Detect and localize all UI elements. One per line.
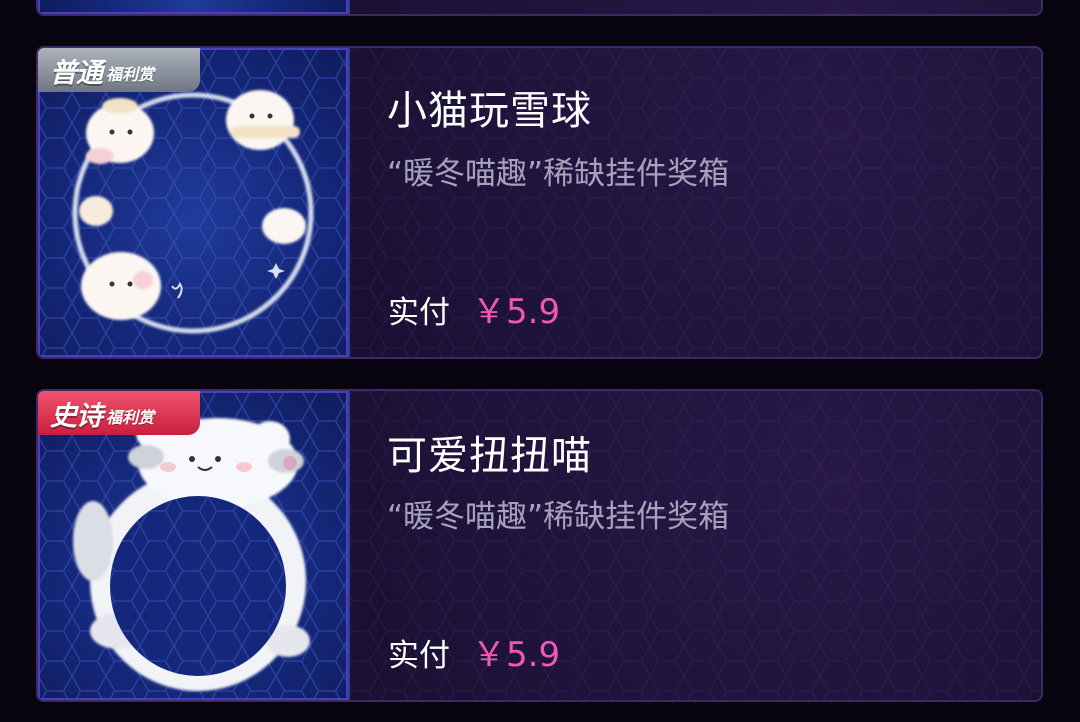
item-thumbnail[interactable]: 史诗 福利赏	[38, 391, 350, 700]
rarity-badge-epic: 史诗 福利赏	[38, 391, 200, 435]
price-label: 实付	[388, 295, 450, 331]
item-title: 可爱扭扭喵	[387, 433, 592, 479]
price-row: 实付 ￥5.9	[388, 627, 560, 676]
item-subtitle: “暖冬喵趣”稀缺挂件奖箱	[387, 499, 730, 535]
reward-item-card[interactable]: 史诗 福利赏 可爱扭扭喵 “暖冬喵趣”稀缺挂件奖箱 实付 ￥5.9	[36, 389, 1043, 702]
item-subtitle: “暖冬喵趣”稀缺挂件奖箱	[387, 156, 730, 192]
price-value: ￥5.9	[472, 292, 561, 332]
item-title: 小猫玩雪球	[387, 88, 592, 134]
previous-item-card[interactable]	[36, 0, 1043, 16]
price-value: ￥5.9	[472, 635, 561, 675]
price-row: 实付 ￥5.9	[388, 284, 560, 333]
price-label: 实付	[388, 638, 450, 674]
cat-snowball-frame-icon	[72, 90, 314, 334]
rarity-badge-normal: 普通 福利赏	[38, 48, 200, 92]
item-thumbnail[interactable]: 普通 福利赏	[38, 48, 350, 357]
wiggle-cat-frame-icon	[73, 415, 310, 691]
reward-item-card[interactable]: 普通 福利赏 小猫玩雪球 “暖冬喵趣”稀缺挂件奖箱 实付 ￥5.9	[36, 46, 1043, 359]
